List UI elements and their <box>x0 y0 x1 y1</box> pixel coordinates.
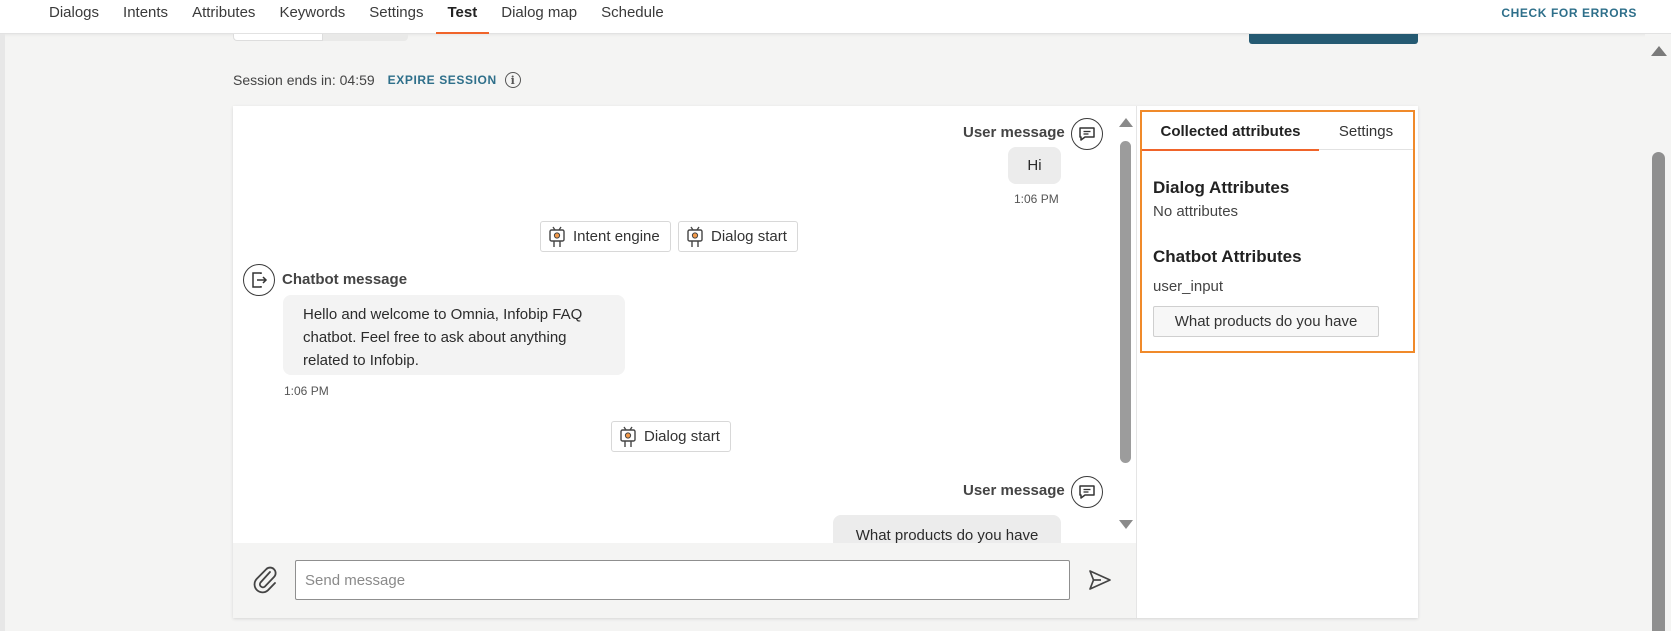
send-message-input[interactable] <box>295 560 1070 600</box>
robot-icon <box>549 226 565 247</box>
tab-panel-settings[interactable]: Settings <box>1319 112 1413 150</box>
tab-intents[interactable]: Intents <box>111 0 180 34</box>
scroll-down-icon[interactable] <box>1119 520 1133 529</box>
chat-bubble-icon <box>1071 476 1103 508</box>
segmented-control-partial <box>233 34 408 41</box>
chat-scrollbar[interactable] <box>1114 114 1136 534</box>
user-message-label: User message <box>963 482 1065 499</box>
chatbot-attributes-heading: Chatbot Attributes <box>1153 247 1302 266</box>
left-edge-divider <box>0 34 5 631</box>
session-bar: Session ends in: 04:59 EXPIRE SESSION i <box>233 72 521 88</box>
event-label: Dialog start <box>644 428 720 445</box>
chat-bubble-icon <box>1071 118 1103 150</box>
panel-tabs: Collected attributes Settings <box>1142 112 1413 151</box>
tab-test[interactable]: Test <box>435 0 490 34</box>
page-scrollbar-thumb[interactable] <box>1652 152 1665 631</box>
top-navigation: Dialogs Intents Attributes Keywords Sett… <box>0 0 1671 34</box>
session-timer: Session ends in: 04:59 <box>233 72 375 88</box>
user-message-bubble: Hi <box>1008 147 1061 184</box>
paperclip-icon[interactable] <box>251 563 279 597</box>
tab-settings[interactable]: Settings <box>357 0 435 34</box>
info-icon[interactable]: i <box>504 72 521 88</box>
attributes-panel: Collected attributes Settings Dialog Att… <box>1136 106 1418 618</box>
scroll-up-icon[interactable] <box>1651 46 1667 56</box>
primary-action-button-partial[interactable] <box>1249 34 1418 44</box>
chatbot-message-bubble: Hello and welcome to Omnia, Infobip FAQ … <box>283 295 625 375</box>
dialog-attributes-empty: No attributes <box>1153 203 1239 220</box>
user-message-label: User message <box>963 124 1065 141</box>
tab-collected-attributes[interactable]: Collected attributes <box>1142 112 1319 151</box>
dialog-attributes-heading: Dialog Attributes <box>1153 178 1290 197</box>
scrollbar-thumb[interactable] <box>1120 141 1131 463</box>
segment-option-a[interactable] <box>233 34 323 41</box>
expire-session-button[interactable]: EXPIRE SESSION <box>388 73 497 87</box>
message-time: 1:06 PM <box>1014 192 1059 206</box>
event-intent-engine: Intent engine <box>540 221 671 252</box>
chatbot-message-label: Chatbot message <box>282 271 408 288</box>
page-scrollbar[interactable] <box>1645 34 1671 631</box>
attribute-name: user_input <box>1153 278 1224 295</box>
robot-icon <box>620 426 636 447</box>
event-dialog-start: Dialog start <box>678 221 798 252</box>
test-chat-card: User message Hi 1:06 PM Intent engine Di… <box>233 106 1418 618</box>
event-label: Intent engine <box>573 228 660 245</box>
message-time: 1:06 PM <box>284 384 329 398</box>
check-for-errors-link[interactable]: CHECK FOR ERRORS <box>1501 6 1637 20</box>
tab-dialogs[interactable]: Dialogs <box>37 0 111 34</box>
message-input-bar <box>233 543 1136 618</box>
event-label: Dialog start <box>711 228 787 245</box>
event-dialog-start: Dialog start <box>611 421 731 452</box>
user-message-bubble: What products do you have <box>833 515 1061 543</box>
scroll-up-icon[interactable] <box>1119 118 1133 127</box>
tab-keywords[interactable]: Keywords <box>267 0 357 34</box>
chat-messages: User message Hi 1:06 PM Intent engine Di… <box>233 106 1136 543</box>
tab-bar: Dialogs Intents Attributes Keywords Sett… <box>37 0 676 34</box>
segment-option-b[interactable] <box>323 34 408 41</box>
send-icon[interactable] <box>1087 568 1113 592</box>
robot-icon <box>687 226 703 247</box>
attribute-value: What products do you have <box>1153 306 1379 337</box>
tab-dialog-map[interactable]: Dialog map <box>489 0 589 34</box>
tab-attributes[interactable]: Attributes <box>180 0 267 34</box>
tab-schedule[interactable]: Schedule <box>589 0 676 34</box>
exit-icon <box>243 264 275 296</box>
